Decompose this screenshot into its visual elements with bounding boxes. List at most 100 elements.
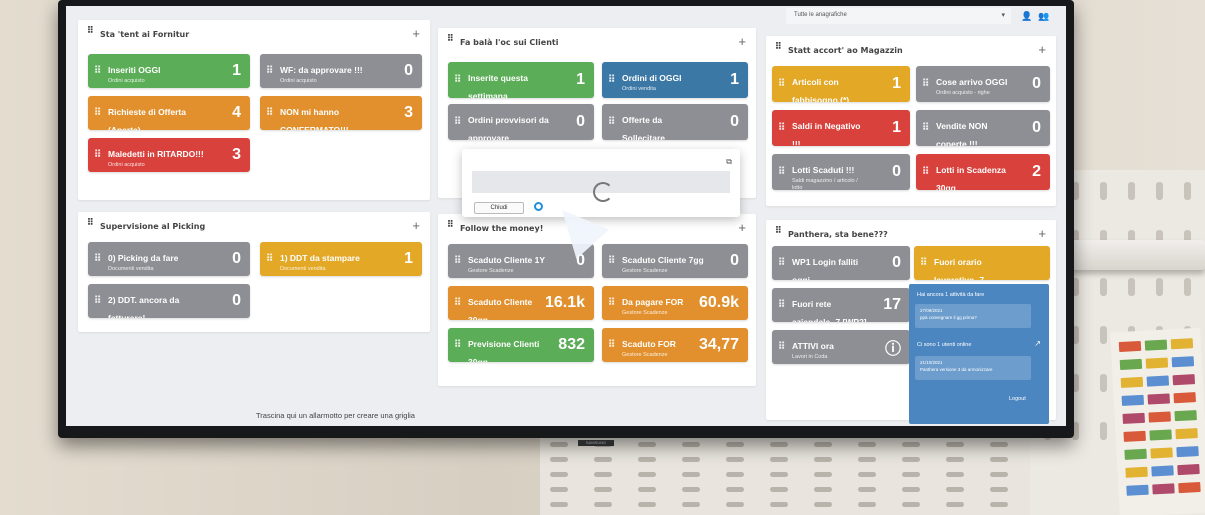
kpi-tile[interactable]: ⠿ WF: da approvare !!! Ordini acquisto 0 [260,54,422,88]
drag-handle-icon[interactable]: ⠿ [775,42,783,56]
kpi-tile[interactable]: ⠿ Scaduto FOR Gestore Scadenze 34,77 [602,328,748,362]
kpi-tile[interactable]: ⠿ Offerte da SollecitareOfferte Clienti 0 [602,104,748,140]
news-card[interactable]: 21/10/2021 Panthera versione 3 da armoni… [915,356,1031,380]
board-slot [946,457,964,462]
copy-icon[interactable]: ⧉ [726,157,732,167]
kpi-tile[interactable]: ⠿ Vendite NON coperte !!!Saldi magazzino … [916,110,1050,146]
tile-subtitle: Documenti vendita [108,266,154,272]
drag-handle-icon[interactable]: ⠿ [775,226,783,240]
add-icon[interactable]: + [412,218,420,233]
kpi-tile[interactable]: ⠿ Richieste di Offerta (Aperte)Offerte fo… [88,96,250,130]
tile-grip-icon: ⠿ [454,339,461,351]
poster-cell [1172,374,1196,386]
kpi-tile[interactable]: ⠿ Da pagare FOR Gestore Scadenze 60.9k [602,286,748,320]
tile-title: Ordini provvisori da approvare [468,115,549,140]
panel-fornitori: ⠿ Sta 'tent ai Fornitur + ⠿ Inseriti OGGI… [78,20,430,200]
kpi-tile[interactable]: ⠿ Ordini provvisori da approvareOrdini ve… [448,104,594,140]
kpi-tile[interactable]: ⠿ Lotti in Scadenza 30ggSaldi magazzino /… [916,154,1050,190]
kpi-tile[interactable]: ⠿ Ordini di OGGI Ordini vendita 1 [602,62,748,98]
tile-grip-icon: ⠿ [266,65,273,77]
board-slot [946,502,964,507]
tile-title: 0) Picking da fare [108,253,179,263]
anagrafiche-select[interactable]: Tutte le anagrafiche ▾ [786,8,1011,24]
drag-handle-icon[interactable]: ⠿ [87,26,95,40]
kpi-tile[interactable]: ⠿ Saldi in Negativo !!!Saldi magazzino / … [772,110,910,146]
close-button[interactable]: Chiudi [474,202,524,214]
panel-title: Panthera, sta bene??? [788,230,888,239]
add-icon[interactable]: + [1038,42,1046,57]
tile-grip-icon: ⠿ [922,78,929,90]
tile-title: Inserite questa settimana [468,73,528,98]
drag-handle-icon[interactable]: ⠿ [87,218,95,232]
kpi-tile[interactable]: ⠿ 2) DDT. ancora da fatturare!Documenti v… [88,284,250,318]
peg [1184,278,1191,296]
kpi-tile[interactable]: ⠿ Scaduto Cliente 30ggGestore Scadenze16.… [448,286,594,320]
kpi-tile[interactable]: ⠿ Maledetti in RITARDO!!! Ordini acquisto 3 [88,138,250,172]
tile-subtitle: Ordini acquisto [280,78,317,84]
news-card[interactable]: 27/09/2021 ppà convegnare il gg prima? [915,304,1031,328]
kpi-tile[interactable]: ⠿ Articoli con fabbisogno (*)Saldi magazz… [772,66,910,102]
board-slot [990,502,1008,507]
board-slot [594,457,612,462]
drag-handle-icon[interactable]: ⠿ [447,34,455,48]
news-line[interactable]: Hai ancora 1 attività da fare [917,292,984,298]
kpi-tile[interactable]: ⠿ Scaduto Cliente 7gg Gestore Scadenze 0 [602,244,748,278]
kpi-tile[interactable]: ⠿ Fuori rete aziendale -7 [WP2]Log sessio… [772,288,910,322]
drag-handle-icon[interactable]: ⠿ [447,220,455,234]
kpi-tile[interactable]: ⠿ Lotti Scaduti !!! Saldi magazzino / arti… [772,154,910,190]
tile-text: Maledetti in RITARDO!!! Ordini acquisto [108,144,208,169]
tile-title: Richieste di Offerta (Aperte) [108,107,186,130]
kpi-tile[interactable]: ⠿ Previsione Clienti 30ggGestore Scadenze… [448,328,594,362]
tile-grip-icon: ⠿ [94,295,101,307]
tile-value: 3 [404,104,413,121]
add-icon[interactable]: + [738,34,746,49]
tile-text: Fuori orario lavorativo -7 [WP1]Log sess… [934,252,1008,280]
user-icon[interactable]: 👤 [1021,11,1032,22]
kpi-tile[interactable]: ⠿ Inseriti OGGI Ordini acquisto 1 [88,54,250,88]
poster-cell [1149,429,1172,441]
tile-value: 60.9k [698,294,739,311]
kpi-tile[interactable]: ⠿ Inserite questa settimanaOfferte Client… [448,62,594,98]
poster-cell [1176,446,1199,458]
tile-value: 1 [892,119,901,136]
external-link-icon[interactable]: ↗ [1034,339,1041,348]
board-slot [550,457,568,462]
tile-value: 0 [892,163,901,180]
tile-grip-icon: ⠿ [454,74,461,86]
kpi-tile[interactable]: ⠿ ATTIVI ora Lavori in Coda ⓘ [772,330,910,364]
board-slot [858,502,876,507]
tile-value: 1 [576,71,585,88]
tile-grip-icon: ⠿ [94,65,101,77]
kpi-tile[interactable]: ⠿ NON mi hanno CONFERMATO!!!Ordini acquis… [260,96,422,130]
tile-text: Cose arrivo OGGI Ordini acquisto - righe [936,72,1008,97]
add-icon[interactable]: + [738,220,746,235]
news-text: ppà convegnare il gg prima? [920,315,977,320]
poster-cell [1152,483,1175,495]
kpi-tile[interactable]: ⠿ 0) Picking da fare Documenti vendita 0 [88,242,250,276]
panel-title: Follow the money! [460,224,544,233]
add-icon[interactable]: + [1038,226,1046,241]
kpi-tile[interactable]: ⠿ Cose arrivo OGGI Ordini acquisto - righe… [916,66,1050,102]
panel-picking: ⠿ Supervisione al Picking + ⠿ 0) Picking … [78,212,430,332]
poster-cell [1174,410,1197,422]
tile-value: 17 [883,296,901,313]
board-slot [638,442,656,447]
news-line[interactable]: Ci sono 1 utenti online [917,342,971,348]
board-slot [770,457,788,462]
kpi-tile[interactable]: ⠿ Fuori orario lavorativo -7 [WP1]Log ses… [914,246,1050,280]
tile-text: ATTIVI ora Lavori in Coda [792,336,868,361]
board-slot [726,502,744,507]
users-icon[interactable]: 👥 [1038,11,1049,22]
panel-title: Statt accort' ao Magazzin [788,46,903,55]
panel-title: Sta 'tent ai Fornitur [100,30,190,39]
board-slot [902,472,920,477]
kpi-tile[interactable]: ⠿ WP1 Login falliti oggiLog accessi falli… [772,246,910,280]
tile-text: Ordini di OGGI Ordini vendita [622,68,706,93]
board-slot [858,487,876,492]
tile-grip-icon: ⠿ [608,116,615,128]
logout-link[interactable]: Logout [1009,396,1026,402]
kpi-tile[interactable]: ⠿ 1) DDT da stampare Documenti vendita 1 [260,242,422,276]
poster-cell [1151,465,1174,477]
add-icon[interactable]: + [412,26,420,41]
tile-subtitle: Ordini acquisto [108,162,145,168]
